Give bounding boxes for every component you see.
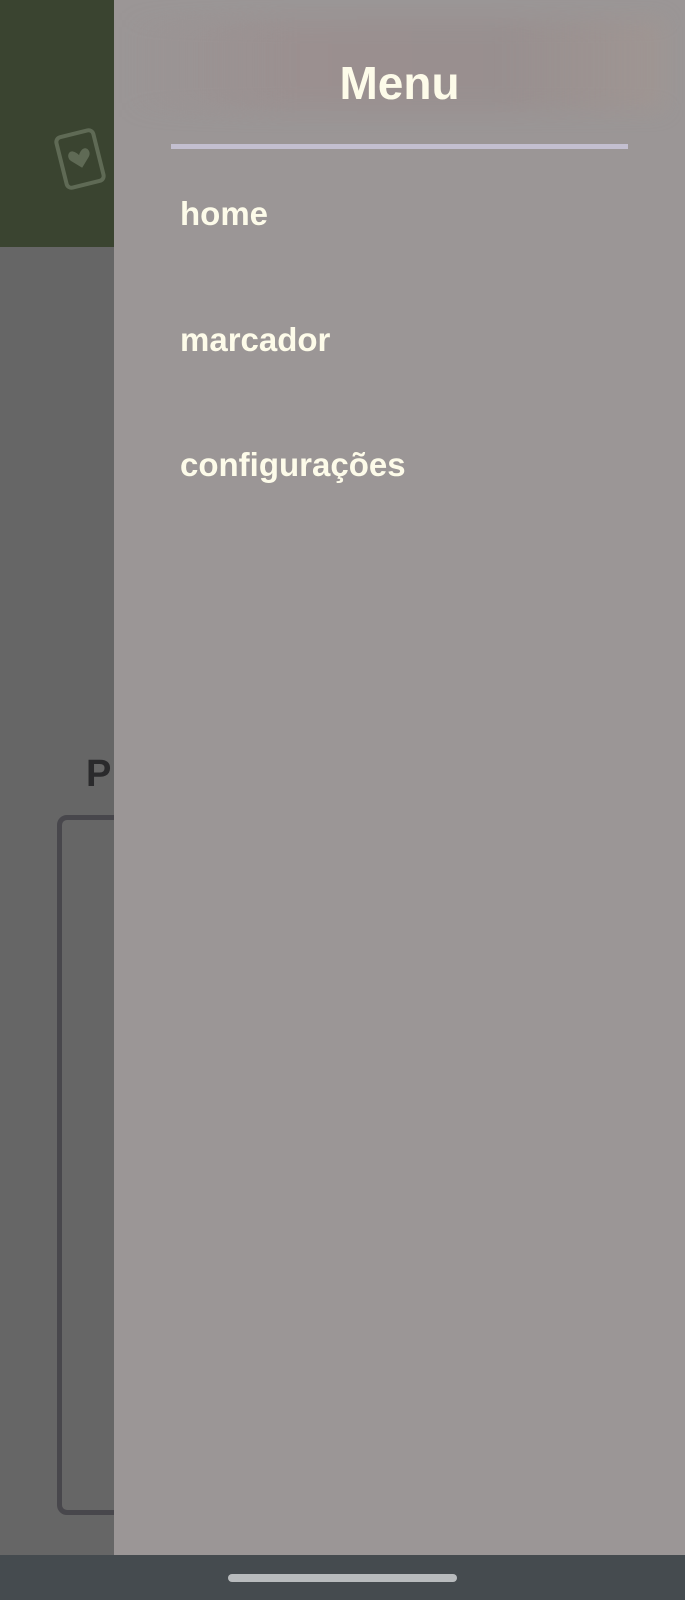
gesture-handle[interactable] — [228, 1574, 457, 1582]
drawer-divider — [171, 144, 628, 149]
menu-item-home[interactable]: home — [180, 194, 268, 234]
section-title: P — [86, 753, 112, 795]
system-nav-bar — [0, 1555, 685, 1600]
side-drawer: Menu home marcador configurações — [114, 0, 685, 1555]
menu-item-marcador[interactable]: marcador — [180, 320, 330, 360]
drawer-title: Menu — [339, 57, 460, 109]
menu-item-configuracoes[interactable]: configurações — [180, 445, 406, 485]
playing-card-heart-icon — [54, 128, 106, 190]
